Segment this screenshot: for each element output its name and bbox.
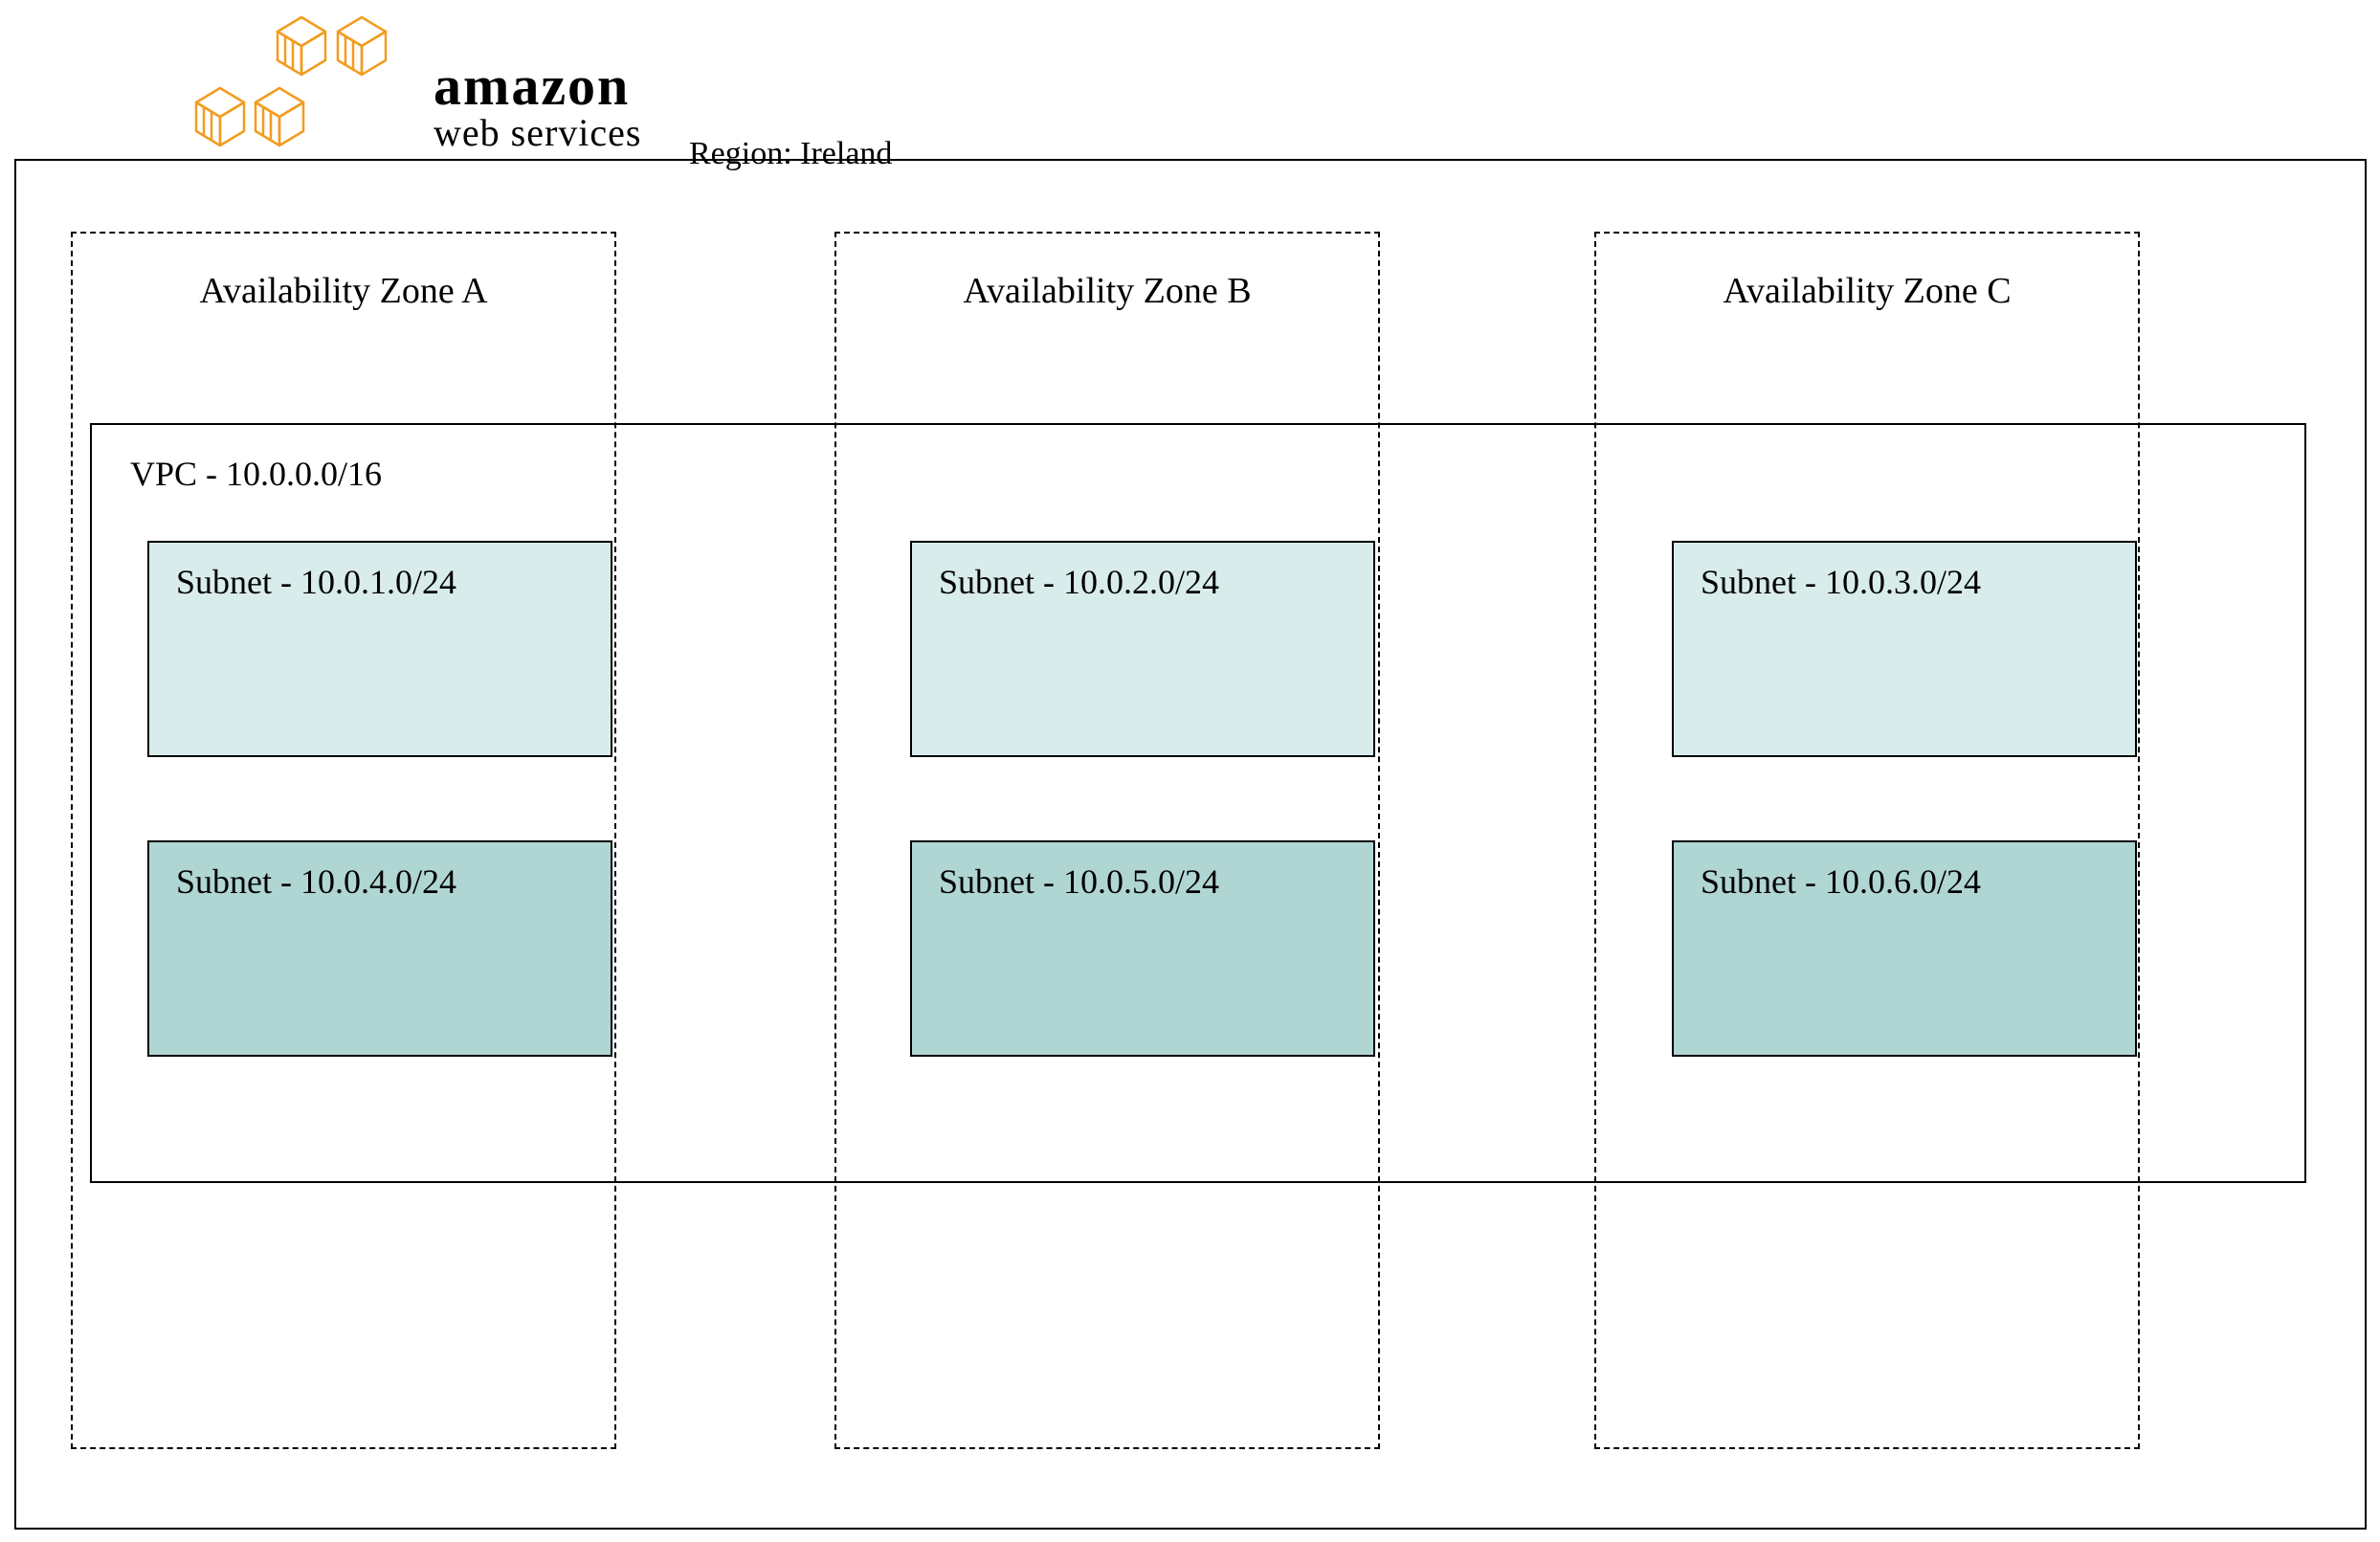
subnet-label: Subnet - 10.0.5.0/24	[939, 862, 1219, 901]
aws-logo-area: amazon web services	[187, 10, 641, 172]
subnet-box: Subnet - 10.0.4.0/24	[147, 840, 612, 1057]
vpc-label: VPC - 10.0.0.0/16	[92, 425, 2304, 494]
subnet-label: Subnet - 10.0.3.0/24	[1701, 563, 1981, 601]
az-c-label: Availability Zone C	[1596, 234, 2138, 312]
az-b-label: Availability Zone B	[836, 234, 1378, 312]
subnet-label: Subnet - 10.0.4.0/24	[176, 862, 456, 901]
region-container: Availability Zone A Availability Zone B …	[14, 159, 2367, 1530]
aws-logo-secondary: web services	[434, 110, 641, 155]
aws-logo-text: amazon web services	[434, 58, 641, 155]
subnet-box: Subnet - 10.0.5.0/24	[910, 840, 1375, 1057]
subnet-label: Subnet - 10.0.1.0/24	[176, 563, 456, 601]
subnet-box: Subnet - 10.0.6.0/24	[1672, 840, 2137, 1057]
aws-cubes-icon	[187, 10, 426, 172]
subnet-box: Subnet - 10.0.2.0/24	[910, 541, 1375, 757]
subnet-box: Subnet - 10.0.1.0/24	[147, 541, 612, 757]
az-a-label: Availability Zone A	[73, 234, 614, 312]
subnet-label: Subnet - 10.0.6.0/24	[1701, 862, 1981, 901]
vpc-container: VPC - 10.0.0.0/16 Subnet - 10.0.1.0/24 S…	[90, 423, 2306, 1183]
subnet-box: Subnet - 10.0.3.0/24	[1672, 541, 2137, 757]
subnet-label: Subnet - 10.0.2.0/24	[939, 563, 1219, 601]
aws-logo-primary: amazon	[434, 58, 641, 114]
